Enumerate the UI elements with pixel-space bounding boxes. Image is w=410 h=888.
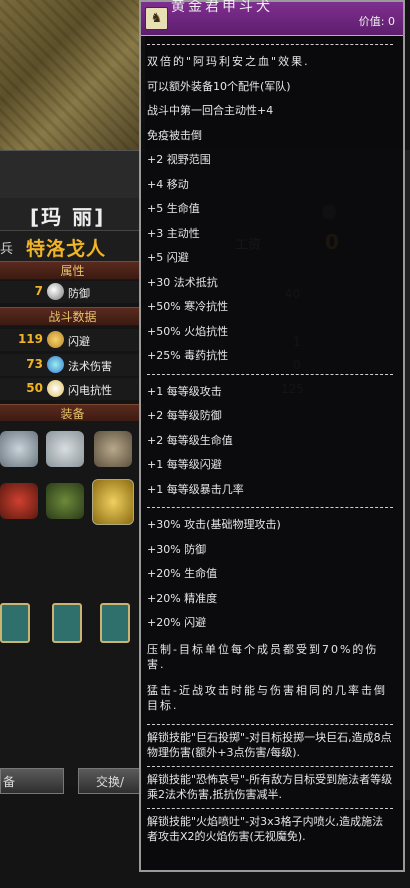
stat-label: 闪电抗性 <box>68 384 112 397</box>
divider <box>147 723 393 725</box>
tooltip-header: ♞ 黄金君甲斗犬 价值: 0 <box>141 0 403 36</box>
unlock-skill-boulder: 解锁技能"巨石投掷"-对目标投掷一块巨石,造成8点物理伤害(额外+3点伤害/每级… <box>147 730 392 760</box>
effect-line: +3 主动性 <box>147 226 200 240</box>
stat-value: 50 <box>26 381 43 395</box>
stat-row-defense: 7 防御 <box>0 281 145 303</box>
whistle-icon[interactable] <box>94 431 132 467</box>
effect-line: +30 法术抵抗 <box>147 275 218 289</box>
item-name: 黄金君甲斗犬 <box>171 0 273 15</box>
effect-line: +1 每等级闪避 <box>147 458 222 471</box>
boar-icon[interactable] <box>46 431 84 467</box>
effects-group-2: +1 每等级攻击 +2 每等级防御 +2 每等级生命值 +1 每等级闪避 +1 每等级暴… <box>147 380 393 503</box>
effect-line: +25% 毒药抗性 <box>147 349 229 362</box>
golden-dog-icon[interactable] <box>92 479 134 525</box>
divider <box>147 765 393 767</box>
title-prefix: 兵 <box>0 242 14 257</box>
divider <box>147 373 393 375</box>
card-figure-icon[interactable] <box>0 603 30 643</box>
section-attributes: 属性 <box>0 261 145 280</box>
effect-line: 双倍的"阿玛利安之血"效果. <box>147 55 310 68</box>
item-price: 价值: 0 <box>358 15 395 28</box>
stat-value: 7 <box>34 284 43 298</box>
effect-line: +1 每等级攻击 <box>147 384 222 398</box>
red-dragon-icon[interactable] <box>0 483 38 519</box>
effect-line: +30% 攻击(基础物理攻击) <box>147 518 281 531</box>
lightning-icon <box>47 380 64 397</box>
effect-line: +4 移动 <box>147 177 189 191</box>
effect-line: +2 每等级生命值 <box>147 433 233 447</box>
stat-label: 法术伤害 <box>68 360 112 373</box>
character-name-plate: [玛 丽] <box>0 198 145 231</box>
unlock-skill-howl: 解锁技能"恐怖哀号"-所有敌方目标受到施法者等级乘2法术伤害,抵抗伤害减半. <box>147 772 393 802</box>
map-view[interactable] <box>0 0 145 150</box>
effect-line: +50% 寒冷抗性 <box>147 300 229 313</box>
turtle-icon[interactable] <box>0 431 38 467</box>
effect-line: +20% 闪避 <box>147 616 207 629</box>
card-lizard-icon[interactable] <box>100 603 130 643</box>
effect-line: +50% 火焰抗性 <box>147 324 229 338</box>
shield-icon <box>47 283 64 300</box>
unlock-skill-firebreath: 解锁技能"火焰喷吐"-对3x3格子内喷火,造成施法者攻击X2的火焰伤害(无视魔免… <box>147 814 384 844</box>
effect-line: +1 每等级暴击几率 <box>147 482 244 496</box>
spell-damage-icon <box>47 356 64 373</box>
effect-line: 免疫被击倒 <box>147 128 202 142</box>
stat-value: 73 <box>26 357 43 371</box>
stat-label: 闪避 <box>68 335 90 348</box>
effect-line: +2 每等级防御 <box>147 409 222 422</box>
divider <box>147 807 393 809</box>
effect-line: 战斗中第一回合主动性+4 <box>147 104 274 117</box>
effect-line: +2 视野范围 <box>147 153 211 166</box>
green-lizard-icon[interactable] <box>46 483 84 519</box>
character-race: 特洛戈人 <box>26 238 107 260</box>
effect-line: +20% 精准度 <box>147 591 218 605</box>
item-tooltip: ♞ 黄金君甲斗犬 价值: 0 双倍的"阿玛利安之血"效果. 可以额外装备10个配… <box>139 0 405 872</box>
ability-suppress: 压制-目标单位每个成员都受到70%的伤害. <box>147 642 379 672</box>
stat-label: 防御 <box>68 287 90 300</box>
portrait-band <box>0 150 145 200</box>
effect-line: +30% 防御 <box>147 542 207 556</box>
tooltip-body: 双倍的"阿玛利安之血"效果. 可以额外装备10个配件(军队) 战斗中第一回合主动性… <box>147 36 393 847</box>
dodge-icon <box>47 331 64 348</box>
section-combat: 战斗数据 <box>0 307 145 326</box>
divider <box>147 507 393 508</box>
equipment-grid <box>0 421 145 786</box>
horse-icon: ♞ <box>145 7 168 30</box>
stat-value: 119 <box>17 332 43 346</box>
effect-line: 可以额外装备10个配件(军队) <box>147 79 291 93</box>
card-scroll-icon[interactable] <box>52 603 82 643</box>
effect-line: +5 闪避 <box>147 251 189 264</box>
effects-group-3: +30% 攻击(基础物理攻击) +30% 防御 +20% 生命值 +20% 精准度 +2… <box>147 513 393 636</box>
divider <box>147 44 393 45</box>
stat-row-lightning-resist: 50 闪电抗性 <box>0 378 145 400</box>
effects-group-1: 可以额外装备10个配件(军队) 战斗中第一回合主动性+4 免疫被击倒 +2 视野范围 +… <box>147 75 393 369</box>
stat-row-spell-damage: 73 法术伤害 <box>0 354 145 376</box>
effect-line: +20% 生命值 <box>147 567 218 580</box>
character-name: [玛 丽] <box>30 205 106 229</box>
stat-row-dodge: 119 闪避 <box>0 329 145 351</box>
effect-line: +5 生命值 <box>147 202 200 215</box>
character-title-plate: 兵 特洛戈人 <box>0 231 145 261</box>
swap-button[interactable]: 交换/ <box>78 768 142 794</box>
equip-button[interactable]: 备 <box>0 768 64 794</box>
ability-charge: 猛击-近战攻击时能与伤害相同的几率击倒目标. <box>147 683 387 713</box>
